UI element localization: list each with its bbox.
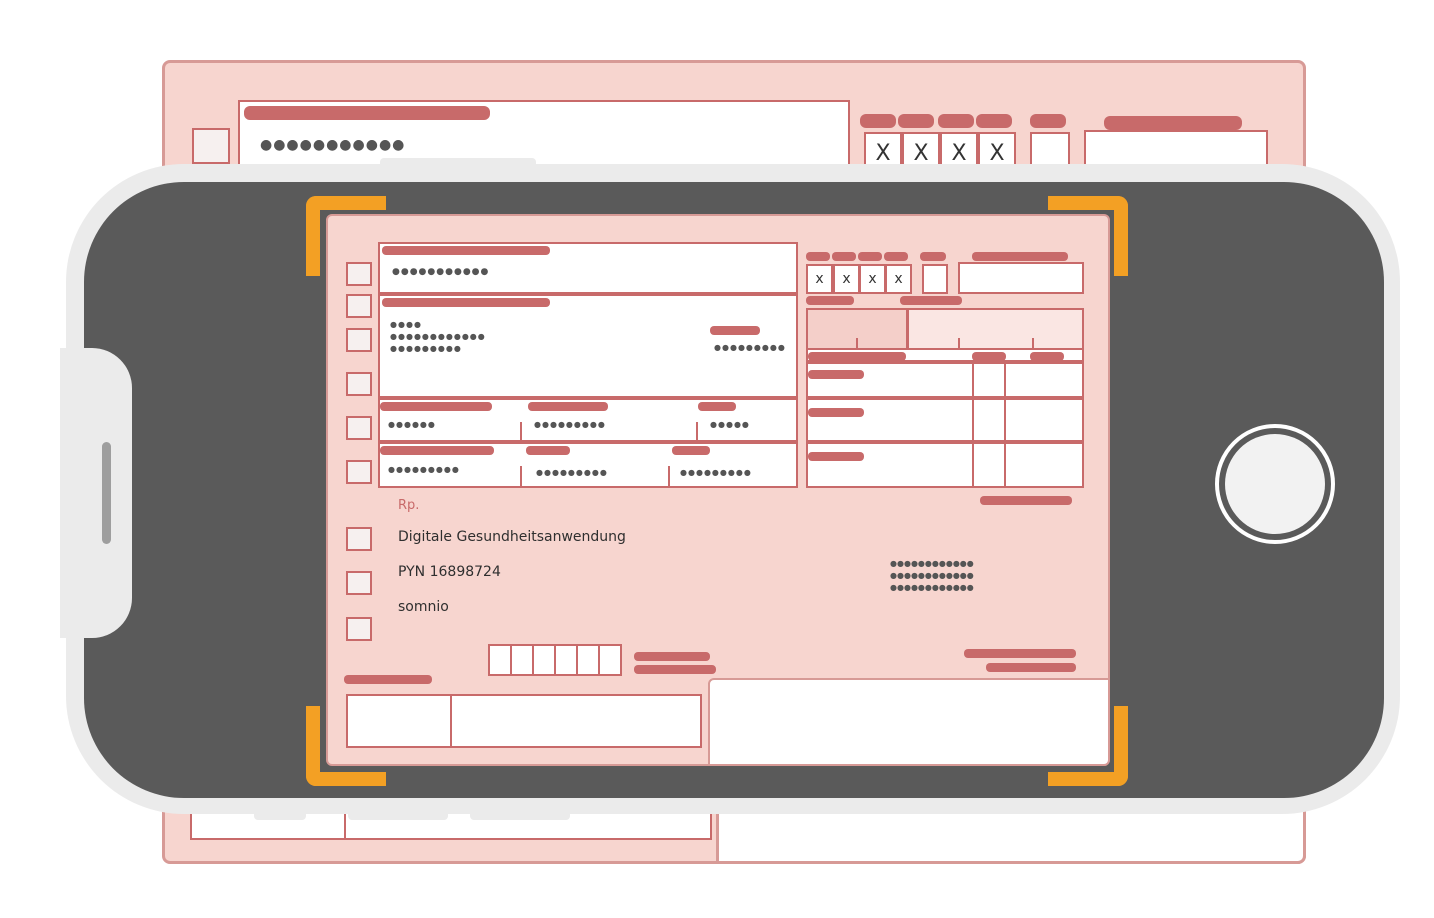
pzn-row-label — [808, 452, 864, 461]
background-masked-text: ●●●●●●●●●●● — [260, 137, 406, 153]
x-cell: x — [833, 264, 860, 294]
versicherten-nr-masked: ●●●●●●●●● — [534, 420, 606, 429]
x-cell: x — [885, 264, 912, 294]
doctor-stamp-line-2: ●●●●●●●●●●●● — [890, 571, 974, 580]
x-cell: x — [806, 264, 833, 294]
pzn-row-label — [808, 408, 864, 417]
amount-tick — [958, 338, 960, 348]
status-label — [698, 402, 736, 411]
pzn-row-1 — [806, 362, 1084, 398]
x-cell: x — [859, 264, 886, 294]
bottom-digit-cell — [532, 644, 556, 676]
impfstoff-label — [858, 252, 882, 261]
doctor-stamp-line-1: ●●●●●●●●●●●● — [890, 559, 974, 568]
scan-corner-bottom-left — [306, 706, 386, 786]
prescription-line-2: PYN 16898724 — [398, 564, 501, 580]
bottom-label-bar — [634, 652, 710, 661]
rp-label: Rp. — [398, 498, 420, 513]
checkbox-aut-idem-1 — [346, 527, 372, 551]
hilfsmittel-label — [832, 252, 856, 261]
bottom-digit-cell — [510, 644, 534, 676]
datum-label — [672, 446, 710, 455]
bottom-digit-cell — [598, 644, 622, 676]
amount-tick — [856, 338, 858, 348]
checkbox-arbeitsunfall — [346, 460, 372, 484]
field-divider — [520, 422, 522, 442]
signature-label-bar — [964, 649, 1076, 658]
doctor-stamp-line-3: ●●●●●●●●●●●● — [890, 583, 974, 592]
kassen-nr-label — [380, 402, 492, 411]
field-divider — [696, 422, 698, 442]
scan-corner-top-right — [1048, 196, 1128, 276]
taxe-header-label — [1030, 352, 1064, 361]
arzt-masked: ●●●●●●●●● — [536, 468, 608, 477]
name-masked-c: ●●●●●●●●● — [390, 344, 462, 353]
status-masked: ●●●●● — [710, 420, 750, 429]
begr-pflicht-label — [920, 252, 946, 261]
kassen-nr-masked: ●●●●●● — [388, 420, 436, 429]
pzn-col-divider — [972, 362, 974, 488]
zuzahlung-label — [806, 296, 854, 305]
name-masked-a: ●●●● — [390, 320, 422, 329]
background-label-bar-wide — [1104, 116, 1242, 130]
faktor-header-label — [972, 352, 1006, 361]
phone-notch — [60, 348, 132, 638]
bottom-field-right — [450, 694, 702, 748]
pzn-row-2 — [806, 398, 1084, 442]
bottom-digit-cell — [554, 644, 578, 676]
background-label-bar-small — [1030, 114, 1066, 128]
background-x-label-3 — [938, 114, 974, 128]
datum-masked: ●●●●●●●●● — [680, 468, 752, 477]
background-x-label-2 — [898, 114, 934, 128]
background-label-bar — [244, 106, 490, 120]
name-masked-b: ●●●●●●●●●●●● — [390, 332, 486, 341]
begr-pflicht-field — [922, 264, 948, 294]
pzn-col-divider — [1004, 362, 1006, 488]
camera-shutter-inner[interactable] — [1225, 434, 1325, 534]
insurance-masked-text: ●●●●●●●●●●● — [392, 267, 490, 277]
phone-speaker — [102, 442, 111, 544]
background-checkbox — [192, 128, 230, 164]
pzn-row-3 — [806, 442, 1084, 488]
background-x-label-1 — [860, 114, 896, 128]
bottom-digit-cell — [576, 644, 600, 676]
betriebsstaetten-label — [380, 446, 494, 455]
sprechstundenbedarf-label — [884, 252, 908, 261]
arzt-nr-label — [526, 446, 570, 455]
amount-tick — [1032, 338, 1034, 348]
krankenkasse-label — [382, 246, 550, 255]
geb-label — [710, 326, 760, 335]
betriebs-masked: ●●●●●●●●● — [388, 465, 460, 474]
checkbox-geb-pfl — [346, 294, 372, 318]
birthdate-masked: ●●●●●●●●● — [714, 343, 786, 352]
prescription-line-1: Digitale Gesundheitsanwendung — [398, 529, 626, 545]
pzn-row-label — [808, 370, 864, 379]
checkbox-noctu — [346, 328, 372, 352]
checkbox-aut-idem-2 — [346, 571, 372, 595]
scan-corner-bottom-right — [1048, 706, 1128, 786]
signature-label-bar — [986, 663, 1076, 672]
prescription-line-3: somnio — [398, 599, 449, 615]
field-divider — [668, 466, 670, 488]
stamp-label — [980, 496, 1072, 505]
checkbox-sonstige — [346, 372, 372, 396]
checkbox-aut-idem-3 — [346, 617, 372, 641]
bottom-digit-cell — [488, 644, 512, 676]
versicherten-nr-label — [528, 402, 608, 411]
bvg-label — [806, 252, 830, 261]
field-divider — [520, 466, 522, 488]
gesamt-brutto-label — [900, 296, 962, 305]
bottom-label-bar — [634, 665, 716, 674]
amount-divider — [906, 310, 909, 348]
background-x-label-4 — [976, 114, 1012, 128]
scan-corner-top-left — [306, 196, 386, 276]
bottom-field-label — [344, 675, 432, 684]
checkbox-unfall — [346, 416, 372, 440]
pzn-header-label — [808, 352, 906, 361]
patient-name-label — [382, 298, 550, 307]
